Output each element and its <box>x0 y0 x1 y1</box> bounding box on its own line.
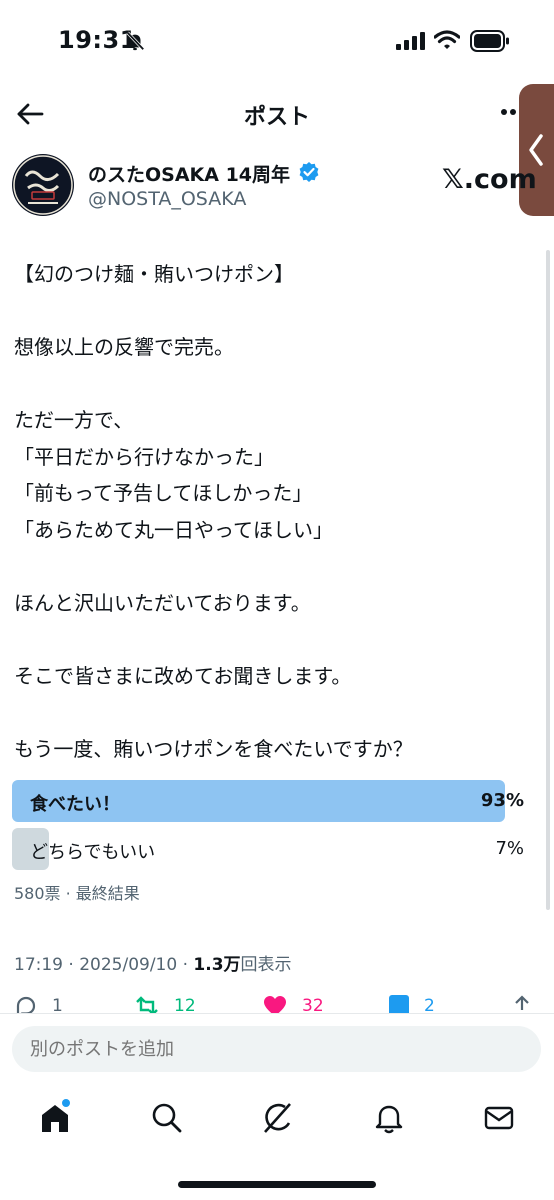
nav-grok[interactable] <box>260 1101 294 1135</box>
nav-search[interactable] <box>150 1101 184 1135</box>
status-bar: 19:31 <box>0 0 554 86</box>
verified-badge-icon <box>299 162 319 182</box>
nav-notifications[interactable] <box>372 1101 406 1135</box>
scrollbar[interactable] <box>546 250 550 910</box>
reply-input[interactable] <box>12 1026 541 1072</box>
search-icon <box>152 1103 182 1133</box>
poll-percent: 93% <box>480 790 524 811</box>
grok-icon <box>264 1103 291 1133</box>
signal-icon <box>396 32 425 50</box>
poll-label: どちらでもいい <box>30 842 156 863</box>
poll-option-1[interactable]: 食べたい！ 93% <box>12 780 526 822</box>
views-label: 回表示 <box>240 955 292 975</box>
wifi-icon <box>434 30 460 49</box>
author-handle[interactable]: @NOSTA_OSAKA <box>88 188 246 210</box>
avatar-logo <box>13 155 73 215</box>
nav-home[interactable] <box>38 1099 72 1135</box>
notification-dot <box>62 1099 70 1107</box>
x-link[interactable]: 𝕏.com <box>442 164 537 195</box>
poll-meta: 580票 · 最終結果 <box>14 884 140 903</box>
post-text: 【幻のつけ麺・賄いつけポン】 想像以上の反響で完売。 ただ一方で、 「平日だから… <box>14 262 413 761</box>
poll-option-2[interactable]: どちらでもいい 7% <box>12 828 526 870</box>
views-count[interactable]: 1.3万 <box>193 955 240 975</box>
post-timestamp: 17:19 · 2025/09/10 · 1.3万回表示 <box>14 950 292 975</box>
messages-icon <box>484 1106 514 1130</box>
notifications-icon <box>375 1105 403 1134</box>
header: ポスト <box>0 86 554 144</box>
poll: 食べたい！ 93% どちらでもいい 7% <box>12 780 526 876</box>
poll-percent: 7% <box>495 838 524 859</box>
page-title: ポスト <box>243 105 310 130</box>
nav-messages[interactable] <box>482 1101 516 1135</box>
bottom-nav <box>0 1083 554 1200</box>
home-indicator <box>178 1181 376 1188</box>
author-row: のスたOSAKA 14周年 @NOSTA_OSAKA 𝕏.com <box>12 152 542 218</box>
reply-area <box>0 1013 554 1083</box>
author-name[interactable]: のスたOSAKA 14周年 <box>88 160 290 187</box>
timestamp-text: 17:19 · 2025/09/10 · <box>14 955 194 975</box>
battery-icon <box>470 30 509 52</box>
poll-label: 食べたい！ <box>30 794 120 815</box>
avatar[interactable] <box>12 154 74 216</box>
bell-slash-icon <box>126 31 145 51</box>
